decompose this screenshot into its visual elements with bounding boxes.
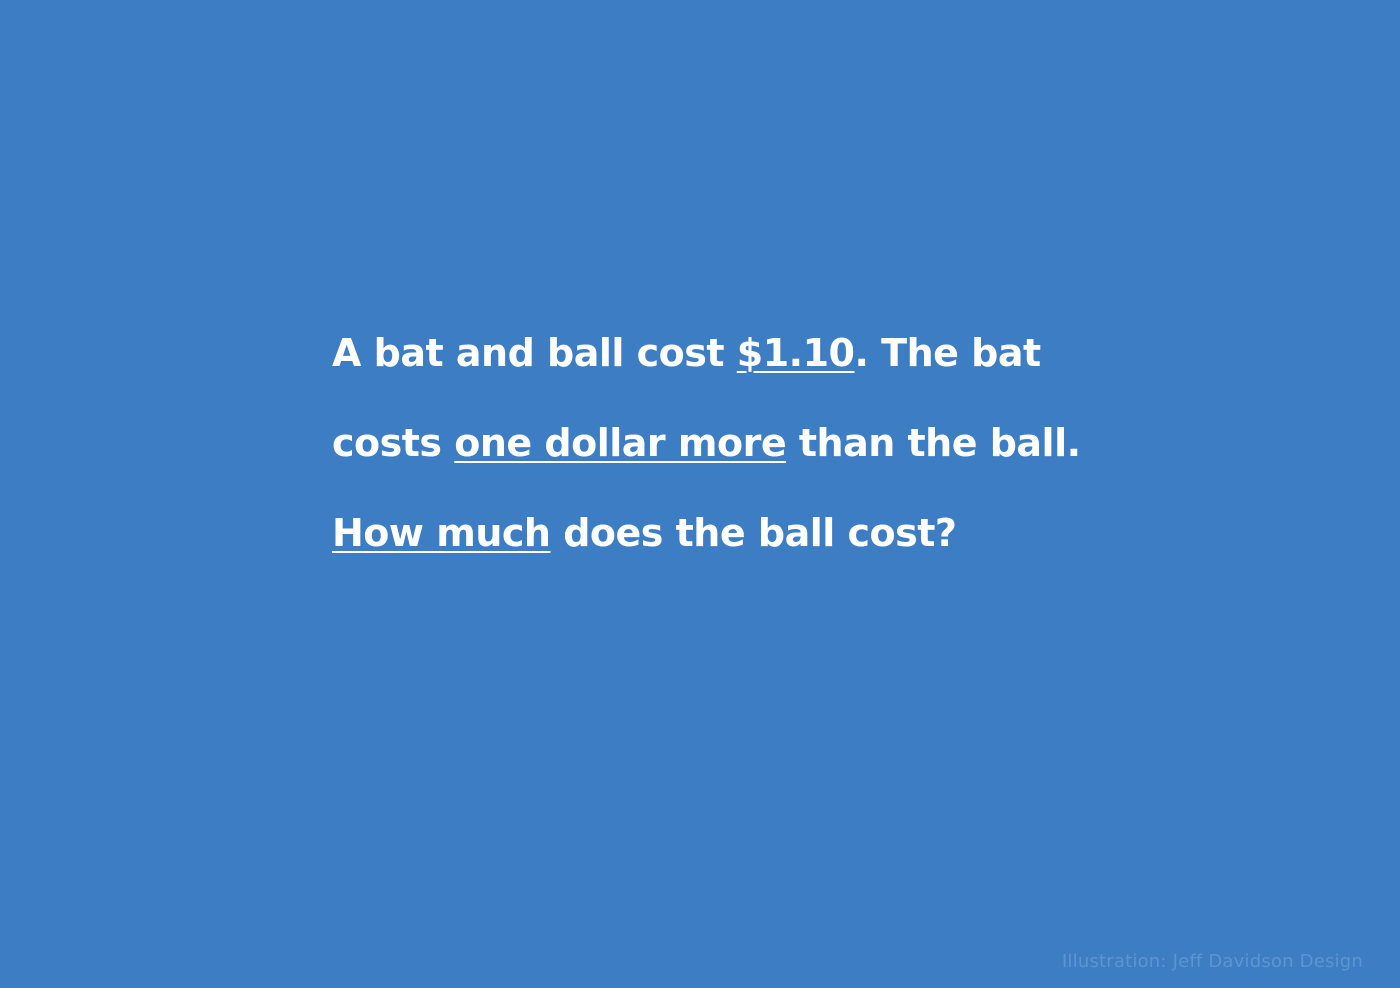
line-1-text: A bat and ball cost bbox=[332, 331, 737, 375]
puzzle-line-3: How much does the ball cost? bbox=[332, 514, 1081, 552]
line-2-text: costs bbox=[332, 421, 455, 465]
question-underlined: How much bbox=[332, 511, 551, 555]
illustration-credit: Illustration: Jeff Davidson Design bbox=[1061, 951, 1363, 972]
line-2-text-end: than the ball. bbox=[786, 421, 1081, 465]
price-underlined: $1.10 bbox=[736, 331, 855, 375]
line-1-text-end: . The bat bbox=[854, 331, 1041, 375]
puzzle-line-2: costs one dollar more than the ball. bbox=[332, 424, 1081, 462]
difference-underlined: one dollar more bbox=[454, 421, 787, 465]
line-3-text-end: does the ball cost? bbox=[550, 511, 957, 555]
puzzle-text: A bat and ball cost $1.10. The bat costs… bbox=[332, 334, 1081, 552]
puzzle-line-1: A bat and ball cost $1.10. The bat bbox=[332, 334, 1081, 372]
